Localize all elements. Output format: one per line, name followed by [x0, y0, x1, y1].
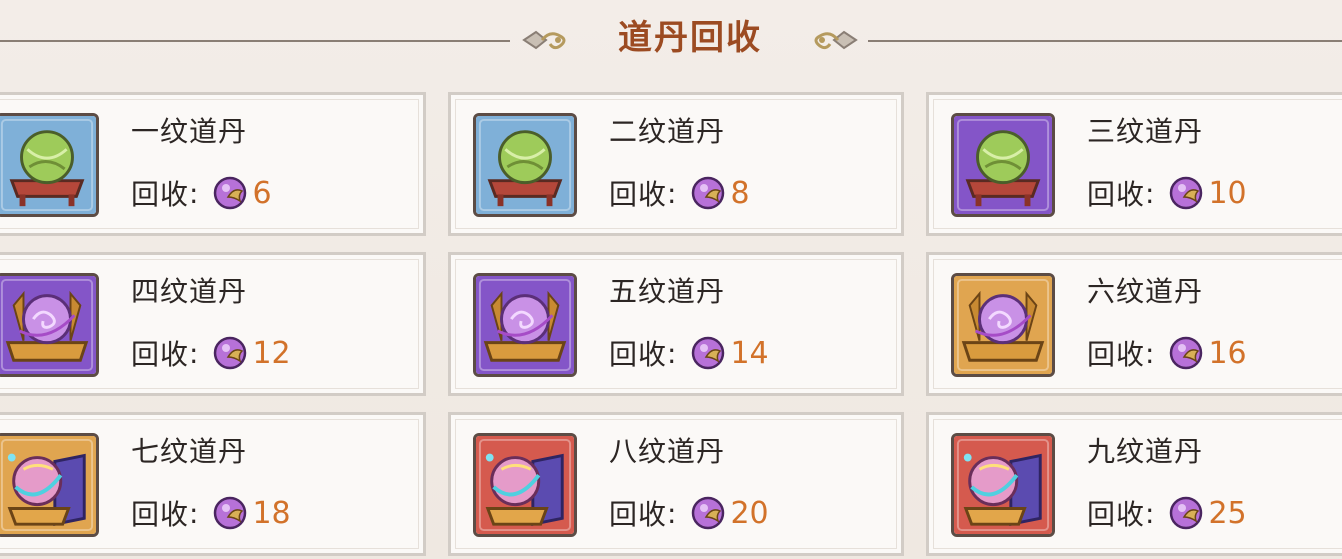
rainbow-orb-icon — [954, 436, 1052, 534]
recycle-value-row: 回收: 12 — [131, 333, 291, 373]
recycle-value-row: 回收: 14 — [609, 333, 769, 373]
recycle-colon: : — [189, 176, 199, 210]
recycle-label: 回收 — [609, 338, 668, 371]
recycle-amount: 8 — [730, 175, 750, 211]
recycle-label: 回收 — [131, 498, 190, 531]
recycle-item-card[interactable]: 七纹道丹回收: 18 — [0, 412, 426, 556]
item-icon-frame — [951, 273, 1055, 377]
item-icon-frame — [473, 433, 577, 537]
dao-currency-icon — [214, 496, 247, 530]
item-name: 九纹道丹 — [1087, 435, 1204, 468]
purple-orb-icon — [476, 276, 574, 374]
item-icon-frame — [0, 273, 99, 377]
recycle-amount: 12 — [252, 335, 291, 371]
recycle-label: 回收 — [609, 178, 668, 211]
recycle-item-card[interactable]: 六纹道丹回收: 16 — [926, 252, 1342, 396]
item-icon-frame — [951, 113, 1055, 217]
recycle-value-row: 回收: 20 — [609, 493, 769, 533]
recycle-item-card[interactable]: 三纹道丹回收: 10 — [926, 92, 1342, 236]
recycle-amount: 6 — [252, 175, 272, 211]
item-name: 一纹道丹 — [131, 115, 248, 148]
recycle-label: 回收 — [1087, 338, 1146, 371]
recycle-amount: 14 — [730, 335, 769, 371]
recycle-label: 回收 — [131, 178, 190, 211]
rainbow-orb-icon — [0, 436, 96, 534]
recycle-label: 回收 — [609, 498, 668, 531]
recycle-colon: : — [667, 496, 677, 530]
recycle-label: 回收 — [1087, 498, 1146, 531]
recycle-value-row: 回收: 16 — [1087, 333, 1247, 373]
recycle-amount: 10 — [1208, 175, 1247, 211]
item-name: 七纹道丹 — [131, 435, 248, 468]
recycle-label: 回收 — [131, 338, 190, 371]
dao-currency-icon — [214, 336, 247, 370]
recycle-item-card[interactable]: 八纹道丹回收: 20 — [448, 412, 904, 556]
dao-currency-icon — [214, 176, 247, 210]
dao-currency-icon — [692, 176, 725, 210]
recycle-amount: 25 — [1208, 495, 1247, 531]
item-grid: 一纹道丹 回收:6 二纹道丹 回收:8 三纹道丹 回收:10 四纹道丹 回收:12 五纹道丹 回收… — [0, 0, 1342, 559]
item-name: 五纹道丹 — [609, 275, 726, 308]
recycle-item-card[interactable]: 二纹道丹回收: 8 — [448, 92, 904, 236]
dao-currency-icon — [1170, 496, 1203, 530]
purple-orb-icon — [0, 276, 96, 374]
recycle-colon: : — [189, 496, 199, 530]
recycle-item-card[interactable]: 九纹道丹回收: 25 — [926, 412, 1342, 556]
recycle-amount: 20 — [730, 495, 769, 531]
purple-orb-icon — [954, 276, 1052, 374]
recycle-colon: : — [667, 336, 677, 370]
dao-currency-icon — [692, 496, 725, 530]
dao-currency-icon — [1170, 336, 1203, 370]
item-icon-frame — [0, 433, 99, 537]
rainbow-orb-icon — [476, 436, 574, 534]
recycle-colon: : — [1145, 496, 1155, 530]
green-orb-icon — [954, 116, 1052, 214]
recycle-value-row: 回收: 6 — [131, 173, 272, 213]
recycle-value-row: 回收: 25 — [1087, 493, 1247, 533]
recycle-amount: 18 — [252, 495, 291, 531]
recycle-item-card[interactable]: 一纹道丹回收: 6 — [0, 92, 426, 236]
recycle-item-card[interactable]: 四纹道丹回收: 12 — [0, 252, 426, 396]
item-name: 三纹道丹 — [1087, 115, 1204, 148]
item-icon-frame — [473, 273, 577, 377]
green-orb-icon — [476, 116, 574, 214]
item-name: 八纹道丹 — [609, 435, 726, 468]
item-icon-frame — [951, 433, 1055, 537]
dao-currency-icon — [1170, 176, 1203, 210]
recycle-label: 回收 — [1087, 178, 1146, 211]
item-icon-frame — [0, 113, 99, 217]
dao-currency-icon — [692, 336, 725, 370]
item-name: 二纹道丹 — [609, 115, 726, 148]
recycle-colon: : — [1145, 176, 1155, 210]
recycle-item-card[interactable]: 五纹道丹回收: 14 — [448, 252, 904, 396]
item-name: 六纹道丹 — [1087, 275, 1204, 308]
recycle-colon: : — [189, 336, 199, 370]
recycle-amount: 16 — [1208, 335, 1247, 371]
recycle-colon: : — [667, 176, 677, 210]
recycle-value-row: 回收: 10 — [1087, 173, 1247, 213]
recycle-value-row: 回收: 18 — [131, 493, 291, 533]
item-name: 四纹道丹 — [131, 275, 248, 308]
green-orb-icon — [0, 116, 96, 214]
item-icon-frame — [473, 113, 577, 217]
recycle-colon: : — [1145, 336, 1155, 370]
recycle-value-row: 回收: 8 — [609, 173, 750, 213]
